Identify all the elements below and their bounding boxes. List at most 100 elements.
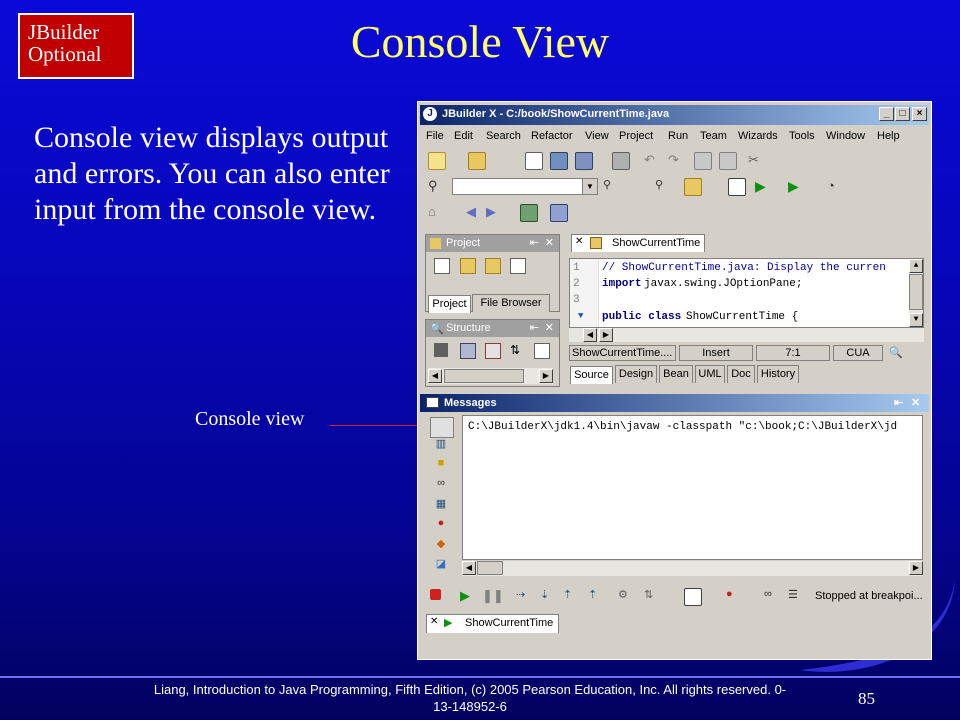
structure-close-icon[interactable]: ✕ [545,321,554,334]
structure-dock-icon[interactable]: ⇤ [530,321,539,334]
open-folder-icon[interactable] [468,152,486,170]
menu-project[interactable]: Project [619,130,653,142]
sort-alpha-icon[interactable]: ⇅ [510,343,520,357]
structure-hscroll[interactable]: ◀ ▶ [428,368,553,384]
find-binoculars-icon[interactable]: ⚲ [428,178,444,194]
tab-design[interactable]: Design [615,365,657,383]
status-keymap[interactable]: CUA [833,345,883,361]
smart-step-icon[interactable]: ⇡ [588,588,604,604]
menu-team[interactable]: Team [700,130,727,142]
list-icon[interactable]: ☰ [788,588,804,604]
scroll-right-icon[interactable]: ▶ [539,369,553,383]
scroll-thumb[interactable] [477,561,503,575]
editor-hscroll[interactable]: ◀ ▶ [569,328,924,342]
menu-edit[interactable]: Edit [454,130,473,142]
resume-icon[interactable]: ▶ [460,588,476,604]
search-combo[interactable]: ▼ [452,178,598,195]
step-over-icon[interactable]: ⇢ [516,588,532,604]
editor-tab-close-icon[interactable]: ✕ [575,236,583,247]
console-hscroll[interactable]: ◀ ▶ [462,561,923,576]
console-icon[interactable] [430,417,454,438]
fold-marker-icon[interactable]: ▼ [578,311,583,321]
run-icon[interactable]: ▶ [755,178,771,194]
console-output[interactable]: C:\JBuilderX\jdk1.4\bin\javaw -classpath… [462,415,923,560]
tab-uml[interactable]: UML [695,365,725,383]
add-watch-icon[interactable]: ∞ [764,588,780,604]
layers-icon[interactable] [550,204,568,222]
maximize-button[interactable]: □ [895,107,910,121]
forward-arrow-icon[interactable]: ▶ [486,204,502,220]
chevron-down-icon[interactable]: ▼ [582,179,597,194]
breakpoints-icon[interactable]: ● [430,517,452,536]
code-editor[interactable]: 1 // ShowCurrentTime.java: Display the c… [569,258,924,328]
pause-icon[interactable]: ❚❚ [482,588,504,604]
threads-icon[interactable]: ▥ [430,437,452,456]
menu-search[interactable]: Search [486,130,521,142]
scroll-left-icon[interactable]: ◀ [583,328,597,342]
tab-file-browser[interactable]: File Browser [472,294,550,312]
menu-window[interactable]: Window [826,130,865,142]
messages-close-icon[interactable]: ✕ [911,396,920,409]
scroll-up-icon[interactable]: ▲ [909,259,923,273]
toggle-display-icon[interactable] [684,588,702,606]
data-icon[interactable]: ◆ [430,537,452,556]
optimize-icon[interactable]: ◔ [827,178,843,194]
synchronize-icon[interactable]: ⚙ [618,588,634,604]
stop-icon[interactable] [430,589,441,600]
scroll-left-icon[interactable]: ◀ [428,369,442,383]
paste-icon[interactable] [719,152,737,170]
save-icon[interactable] [550,152,568,170]
run-tab-close-icon[interactable]: ✕ [430,616,438,627]
lock-icon[interactable]: ■ [430,457,452,476]
search-icon[interactable]: 🔍 [889,346,903,359]
visibility-icon[interactable] [485,343,501,359]
tab-source[interactable]: Source [570,366,613,384]
step-into-icon[interactable]: ⇣ [540,588,556,604]
bookmark-icon[interactable] [520,204,538,222]
scroll-left-icon[interactable]: ◀ [462,561,476,575]
evaluate-icon[interactable]: ◪ [430,557,452,576]
refresh-icon[interactable] [510,258,526,274]
dock-icon[interactable]: ⇤ [530,236,539,249]
make-project-icon[interactable] [728,178,746,196]
scroll-thumb[interactable] [444,369,524,383]
scroll-down-icon[interactable]: ▼ [909,313,923,327]
scroll-right-icon[interactable]: ▶ [599,328,613,342]
sort-icon[interactable] [434,343,448,357]
filter-icon[interactable] [460,343,476,359]
close-button[interactable]: × [912,107,927,121]
home-icon[interactable]: ⌂ [428,204,444,220]
menu-view[interactable]: View [585,130,609,142]
cut-icon[interactable]: ✂ [748,152,764,168]
watches-icon[interactable]: ∞ [430,477,452,496]
new-file-icon[interactable] [428,152,446,170]
editor-vscroll[interactable]: ▲ ▼ [909,259,923,327]
menu-wizards[interactable]: Wizards [738,130,778,142]
copy-document-icon[interactable] [525,152,543,170]
print-icon[interactable] [612,152,630,170]
step-out-icon[interactable]: ⇡ [563,588,579,604]
classes-icon[interactable]: ▦ [430,497,452,516]
back-arrow-icon[interactable]: ◀ [466,204,482,220]
tab-history[interactable]: History [757,365,799,383]
tab-bean[interactable]: Bean [659,365,693,383]
tab-doc[interactable]: Doc [727,365,755,383]
add-breakpoint-icon[interactable]: ● [726,588,742,604]
menu-refactor[interactable]: Refactor [531,130,573,142]
find-classes-icon[interactable]: ⚲ [655,178,671,194]
project-folder-icon[interactable] [684,178,702,196]
add-folder-icon[interactable] [460,258,476,274]
folder-icon[interactable] [485,258,501,274]
show-frames-icon[interactable]: ⇅ [644,588,660,604]
copy-icon[interactable] [694,152,712,170]
debug-icon[interactable]: ▶ [788,178,804,194]
add-file-icon[interactable] [434,258,450,274]
tab-project[interactable]: Project [428,295,471,313]
redo-icon[interactable]: ↷ [668,152,684,168]
find-next-icon[interactable]: ⚲ [603,178,619,194]
undo-icon[interactable]: ↶ [644,152,660,168]
menu-help[interactable]: Help [877,130,900,142]
messages-dock-icon[interactable]: ⇤ [894,396,903,409]
save-all-icon[interactable] [575,152,593,170]
menu-file[interactable]: File [426,130,444,142]
